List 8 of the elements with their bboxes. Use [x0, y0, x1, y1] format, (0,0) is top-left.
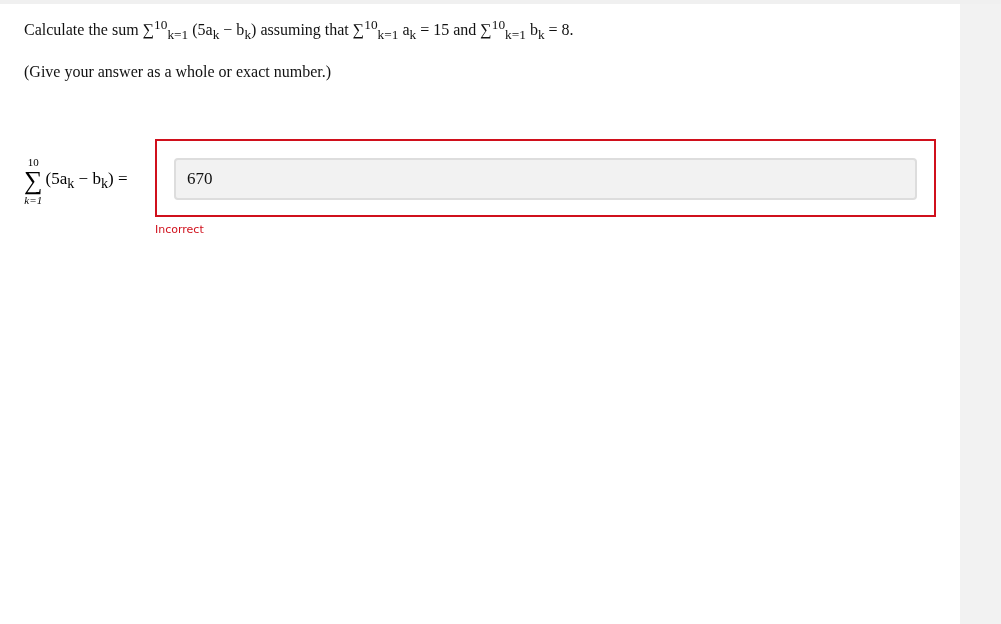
instruction-text: (Give your answer as a whole or exact number.)	[24, 61, 332, 83]
sum-upper-limit: 10	[27, 155, 39, 168]
sum-expression: (5a$_{k}$ − b$_{k}$) =	[45, 168, 128, 193]
answer-input[interactable]: 670	[174, 157, 917, 200]
sum-symbol: ∑	[24, 167, 43, 194]
feedback-text: Incorrect	[155, 222, 204, 236]
sum-lower-limit: k=1	[24, 193, 43, 206]
question-text: Calculate the sum ∑$^{10}$$_{k=1}$ (5a$_{k}$ − b$_{k}$) assuming that ∑$^{10}$$_{k=1}$ a$_{k}$ = 15 and ∑$^{10}$$_{k=1}$ b$_{k}$ = 8.	[24, 16, 575, 45]
